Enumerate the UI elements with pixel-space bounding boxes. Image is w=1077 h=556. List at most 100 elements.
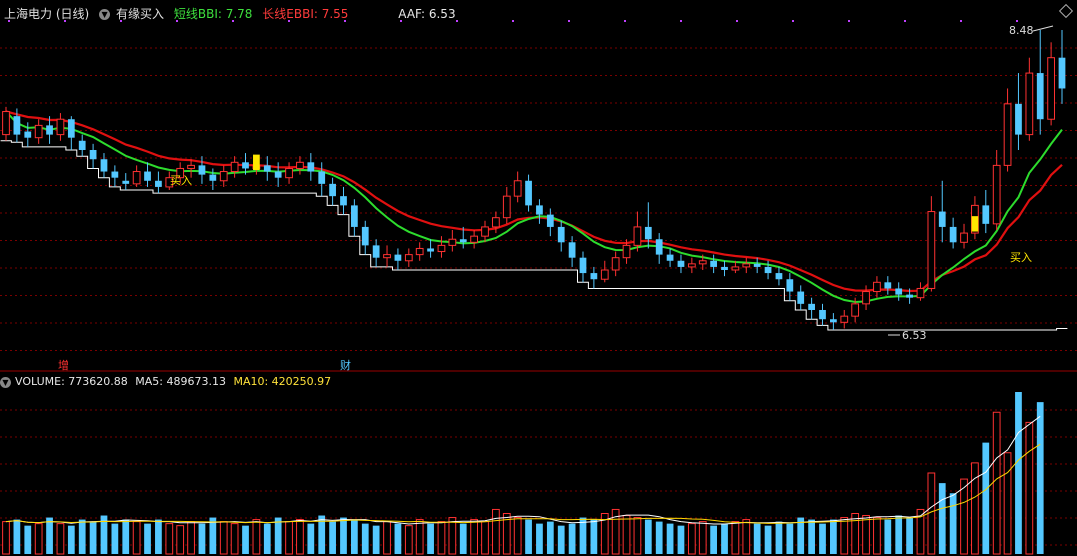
volume-bar — [56, 523, 65, 555]
candle-body — [56, 118, 65, 136]
candle — [687, 257, 696, 274]
volume-bar — [263, 523, 271, 554]
low-price-label: 6.53 — [902, 329, 927, 342]
volume-bar — [862, 515, 870, 555]
volume-bar — [938, 483, 946, 554]
candle-body — [263, 165, 271, 172]
candle-body — [557, 226, 565, 243]
candle-body — [470, 235, 478, 243]
candle-body — [361, 226, 369, 246]
volume-bar — [775, 521, 783, 554]
event-increase[interactable]: 增 — [58, 358, 69, 372]
candle — [960, 223, 968, 249]
candle — [862, 285, 870, 310]
candle-body — [862, 291, 870, 305]
volume-bar — [830, 519, 837, 554]
top-dot — [848, 20, 850, 22]
top-dot — [960, 20, 962, 22]
buy-bar — [253, 154, 260, 170]
candle-body — [242, 162, 249, 169]
volume-bar — [448, 517, 457, 555]
candle-body — [394, 254, 402, 261]
candle — [927, 196, 936, 292]
candle — [775, 266, 783, 286]
candle — [448, 230, 457, 252]
candle-body — [840, 315, 849, 323]
candle — [350, 199, 358, 237]
top-dot — [176, 20, 178, 22]
candle-body — [687, 263, 696, 268]
volume-bar — [219, 521, 228, 555]
candle-body — [851, 303, 860, 317]
volume-bar — [687, 523, 696, 555]
volume-bar — [873, 517, 881, 555]
volume-bar — [982, 442, 990, 554]
volume-bar — [361, 523, 369, 554]
event-finance[interactable]: 财 — [340, 358, 351, 372]
top-dot — [400, 20, 402, 22]
candle-body — [1003, 103, 1012, 166]
candle-body — [895, 288, 903, 295]
volume-bar — [546, 521, 554, 554]
top-dot — [64, 20, 66, 22]
candle — [819, 303, 826, 326]
candle-body — [721, 266, 728, 270]
volume-bar — [155, 519, 162, 554]
high-pointer — [1032, 25, 1054, 32]
candle — [492, 211, 500, 234]
top-dot — [8, 20, 10, 22]
candle — [198, 156, 206, 184]
volume-bar — [557, 525, 565, 554]
volume-bar — [34, 523, 43, 555]
candle — [557, 220, 565, 252]
long-ebbi-line — [5, 110, 1063, 293]
candle — [56, 113, 65, 141]
candle — [895, 282, 903, 301]
candle — [122, 173, 130, 190]
volume-bar — [415, 519, 424, 555]
candle — [982, 190, 990, 234]
candle-body — [155, 180, 162, 187]
candle-body — [786, 279, 794, 292]
candle-body — [111, 171, 119, 178]
buy-bar — [971, 216, 979, 232]
volume-bar — [89, 521, 97, 554]
top-dot — [792, 20, 794, 22]
volume-bar — [187, 521, 195, 555]
candle-body — [230, 161, 239, 173]
candle-body — [600, 269, 609, 280]
volume-bar — [296, 519, 304, 555]
price-volume-chart[interactable]: 买入 买入 增 财 8.48 6.53 — [0, 0, 1077, 556]
candle — [666, 248, 674, 267]
candle-body — [492, 217, 500, 228]
candle — [404, 248, 413, 267]
volume-bar — [884, 519, 892, 554]
candle — [525, 174, 532, 212]
volume-bar — [481, 521, 489, 555]
candle-body — [525, 180, 532, 206]
volume-bar — [808, 519, 815, 554]
candle — [1003, 88, 1012, 172]
candle-body — [89, 150, 97, 160]
volume-bar — [677, 525, 685, 554]
candle-body — [307, 162, 315, 172]
candle-body — [546, 214, 554, 227]
top-dot — [904, 20, 906, 22]
candle-body — [2, 111, 10, 136]
candle-body — [318, 171, 326, 184]
candle — [318, 162, 326, 197]
candle — [830, 313, 837, 330]
candle-body — [340, 196, 347, 206]
candle — [1047, 42, 1055, 126]
candle-body — [100, 159, 108, 172]
candle-body — [13, 116, 21, 135]
candle-body — [633, 226, 642, 246]
candle — [263, 156, 271, 181]
top-dot — [624, 20, 626, 22]
volume-bar — [307, 523, 315, 554]
candle-body — [753, 263, 761, 267]
candle — [797, 285, 805, 310]
candle — [590, 266, 598, 289]
ma5-line — [5, 415, 1041, 525]
volume-bar — [285, 521, 293, 555]
